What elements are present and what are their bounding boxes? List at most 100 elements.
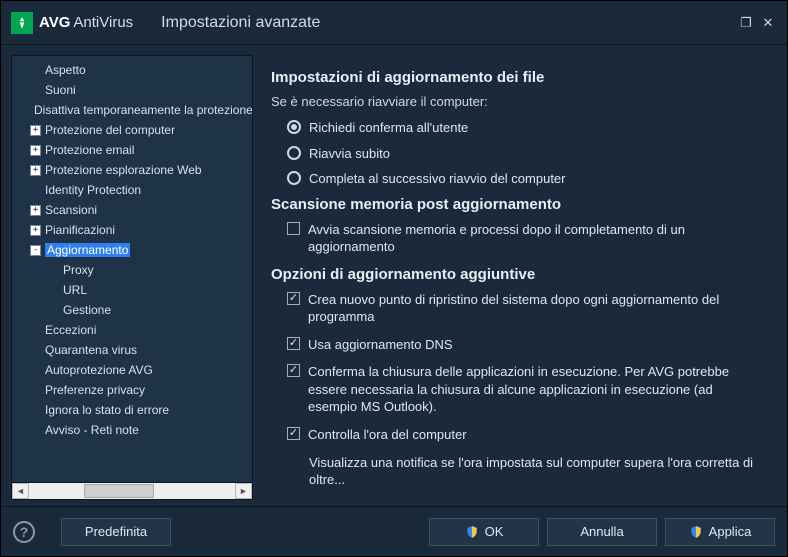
tree-item[interactable]: -Aggiornamento bbox=[12, 240, 252, 260]
expand-icon[interactable]: + bbox=[30, 205, 41, 216]
clock-note: Visualizza una notifica se l'ora imposta… bbox=[309, 454, 759, 489]
tree-item-label: Avviso - Reti note bbox=[45, 423, 139, 437]
shield-icon bbox=[465, 525, 479, 539]
restart-radio[interactable] bbox=[287, 120, 301, 134]
restart-radio[interactable] bbox=[287, 146, 301, 160]
ok-button[interactable]: OK bbox=[429, 518, 539, 546]
scroll-right-icon[interactable]: ► bbox=[235, 483, 252, 499]
tree-item[interactable]: Autoprotezione AVG bbox=[12, 360, 252, 380]
brand-name: AVG bbox=[39, 14, 70, 31]
memscan-option[interactable]: Avvia scansione memoria e processi dopo … bbox=[287, 221, 759, 256]
tree-item[interactable]: Aspetto bbox=[12, 60, 252, 80]
shield-icon bbox=[689, 525, 703, 539]
tree-item-label: Pianificazioni bbox=[45, 223, 115, 237]
extra-option-label: Usa aggiornamento DNS bbox=[308, 336, 453, 354]
extra-option[interactable]: Controlla l'ora del computer bbox=[287, 426, 759, 444]
expander-placeholder bbox=[30, 185, 41, 196]
tree-item-label: Protezione esplorazione Web bbox=[45, 163, 202, 177]
extra-option[interactable]: Usa aggiornamento DNS bbox=[287, 336, 759, 354]
tree-item-label: Preferenze privacy bbox=[45, 383, 145, 397]
restart-radio[interactable] bbox=[287, 171, 301, 185]
tree-item[interactable]: Avviso - Reti note bbox=[12, 420, 252, 440]
tree-item-label: Gestione bbox=[63, 303, 111, 317]
tree-item[interactable]: Gestione bbox=[12, 300, 252, 320]
product-name: AntiVirus bbox=[73, 14, 133, 31]
tree-item-label: Identity Protection bbox=[45, 183, 141, 197]
help-button[interactable]: ? bbox=[13, 521, 35, 543]
horizontal-scrollbar[interactable]: ◄ ► bbox=[12, 482, 252, 499]
tree-item-label: Disattiva temporaneamente la protezione … bbox=[34, 103, 252, 117]
tree-item-label: Protezione del computer bbox=[45, 123, 175, 137]
expander-placeholder bbox=[48, 285, 59, 296]
tree-item[interactable]: + Protezione del computer bbox=[12, 120, 252, 140]
extra-option[interactable]: Conferma la chiusura delle applicazioni … bbox=[287, 363, 759, 416]
expand-icon[interactable]: + bbox=[30, 145, 41, 156]
expander-placeholder bbox=[30, 365, 41, 376]
expander-placeholder bbox=[48, 265, 59, 276]
tree-item[interactable]: Ignora lo stato di errore bbox=[12, 400, 252, 420]
collapse-icon[interactable]: - bbox=[30, 245, 41, 256]
expand-icon[interactable]: + bbox=[30, 225, 41, 236]
tree-item[interactable]: Disattiva temporaneamente la protezione … bbox=[12, 100, 252, 120]
cancel-button[interactable]: Annulla bbox=[547, 518, 657, 546]
default-button[interactable]: Predefinita bbox=[61, 518, 171, 546]
tree-item-label: Ignora lo stato di errore bbox=[45, 403, 169, 417]
restart-prompt-label: Se è necessario riavviare il computer: bbox=[271, 94, 759, 109]
tree-item-label: Suoni bbox=[45, 83, 76, 97]
sidebar: Aspetto Suoni Disattiva temporaneamente la… bbox=[11, 55, 253, 500]
tree-item[interactable]: Suoni bbox=[12, 80, 252, 100]
tree-item-label: Eccezioni bbox=[45, 323, 96, 337]
titlebar: AVG AntiVirus Impostazioni avanzate ❐ ✕ bbox=[1, 1, 787, 45]
tree-item[interactable]: URL bbox=[12, 280, 252, 300]
restart-option[interactable]: Completa al successivo riavvio del compu… bbox=[287, 170, 759, 188]
tree-item[interactable]: Identity Protection bbox=[12, 180, 252, 200]
maximize-icon[interactable]: ❐ bbox=[737, 14, 755, 32]
apply-button-label: Applica bbox=[709, 524, 752, 539]
body: Aspetto Suoni Disattiva temporaneamente la… bbox=[1, 45, 787, 506]
extra-checkbox[interactable] bbox=[287, 427, 300, 440]
tree-item-label: Quarantena virus bbox=[45, 343, 137, 357]
tree-item[interactable]: Proxy bbox=[12, 260, 252, 280]
expander-placeholder bbox=[30, 345, 41, 356]
scroll-thumb[interactable] bbox=[84, 484, 154, 498]
expander-placeholder bbox=[30, 425, 41, 436]
tree-item-label: Proxy bbox=[63, 263, 94, 277]
content-panel: Impostazioni di aggiornamento dei file S… bbox=[253, 55, 777, 500]
restart-option-label: Richiedi conferma all'utente bbox=[309, 119, 468, 137]
apply-button[interactable]: Applica bbox=[665, 518, 775, 546]
restart-option[interactable]: Richiedi conferma all'utente bbox=[287, 119, 759, 137]
settings-tree[interactable]: Aspetto Suoni Disattiva temporaneamente la… bbox=[12, 56, 252, 482]
settings-window: AVG AntiVirus Impostazioni avanzate ❐ ✕ … bbox=[0, 0, 788, 557]
extra-option[interactable]: Crea nuovo punto di ripristino del siste… bbox=[287, 291, 759, 326]
section-file-update-title: Impostazioni di aggiornamento dei file bbox=[271, 69, 759, 86]
extra-checkbox[interactable] bbox=[287, 364, 300, 377]
tree-item[interactable]: Preferenze privacy bbox=[12, 380, 252, 400]
tree-item[interactable]: Eccezioni bbox=[12, 320, 252, 340]
restart-option[interactable]: Riavvia subito bbox=[287, 145, 759, 163]
expand-icon[interactable]: + bbox=[30, 125, 41, 136]
restart-option-label: Completa al successivo riavvio del compu… bbox=[309, 170, 566, 188]
extra-option-label: Controlla l'ora del computer bbox=[308, 426, 467, 444]
expander-placeholder bbox=[30, 385, 41, 396]
scroll-left-icon[interactable]: ◄ bbox=[12, 483, 29, 499]
tree-item[interactable]: + Protezione esplorazione Web bbox=[12, 160, 252, 180]
extra-option-label: Conferma la chiusura delle applicazioni … bbox=[308, 363, 759, 416]
expand-icon[interactable]: + bbox=[30, 165, 41, 176]
close-icon[interactable]: ✕ bbox=[759, 14, 777, 32]
memscan-checkbox[interactable] bbox=[287, 222, 300, 235]
expander-placeholder bbox=[30, 405, 41, 416]
ok-button-label: OK bbox=[485, 524, 504, 539]
tree-item[interactable]: Quarantena virus bbox=[12, 340, 252, 360]
scroll-track[interactable] bbox=[29, 483, 235, 499]
extra-checkbox[interactable] bbox=[287, 337, 300, 350]
extra-option-label: Crea nuovo punto di ripristino del siste… bbox=[308, 291, 759, 326]
tree-item[interactable]: +Scansioni bbox=[12, 200, 252, 220]
section-memscan-title: Scansione memoria post aggiornamento bbox=[271, 196, 759, 213]
tree-item[interactable]: + Pianificazioni bbox=[12, 220, 252, 240]
extra-checkbox[interactable] bbox=[287, 292, 300, 305]
tree-item-label: Aggiornamento bbox=[45, 243, 130, 257]
restart-option-label: Riavvia subito bbox=[309, 145, 390, 163]
tree-item[interactable]: +Protezione email bbox=[12, 140, 252, 160]
default-button-label: Predefinita bbox=[85, 524, 147, 539]
expander-placeholder bbox=[30, 85, 41, 96]
